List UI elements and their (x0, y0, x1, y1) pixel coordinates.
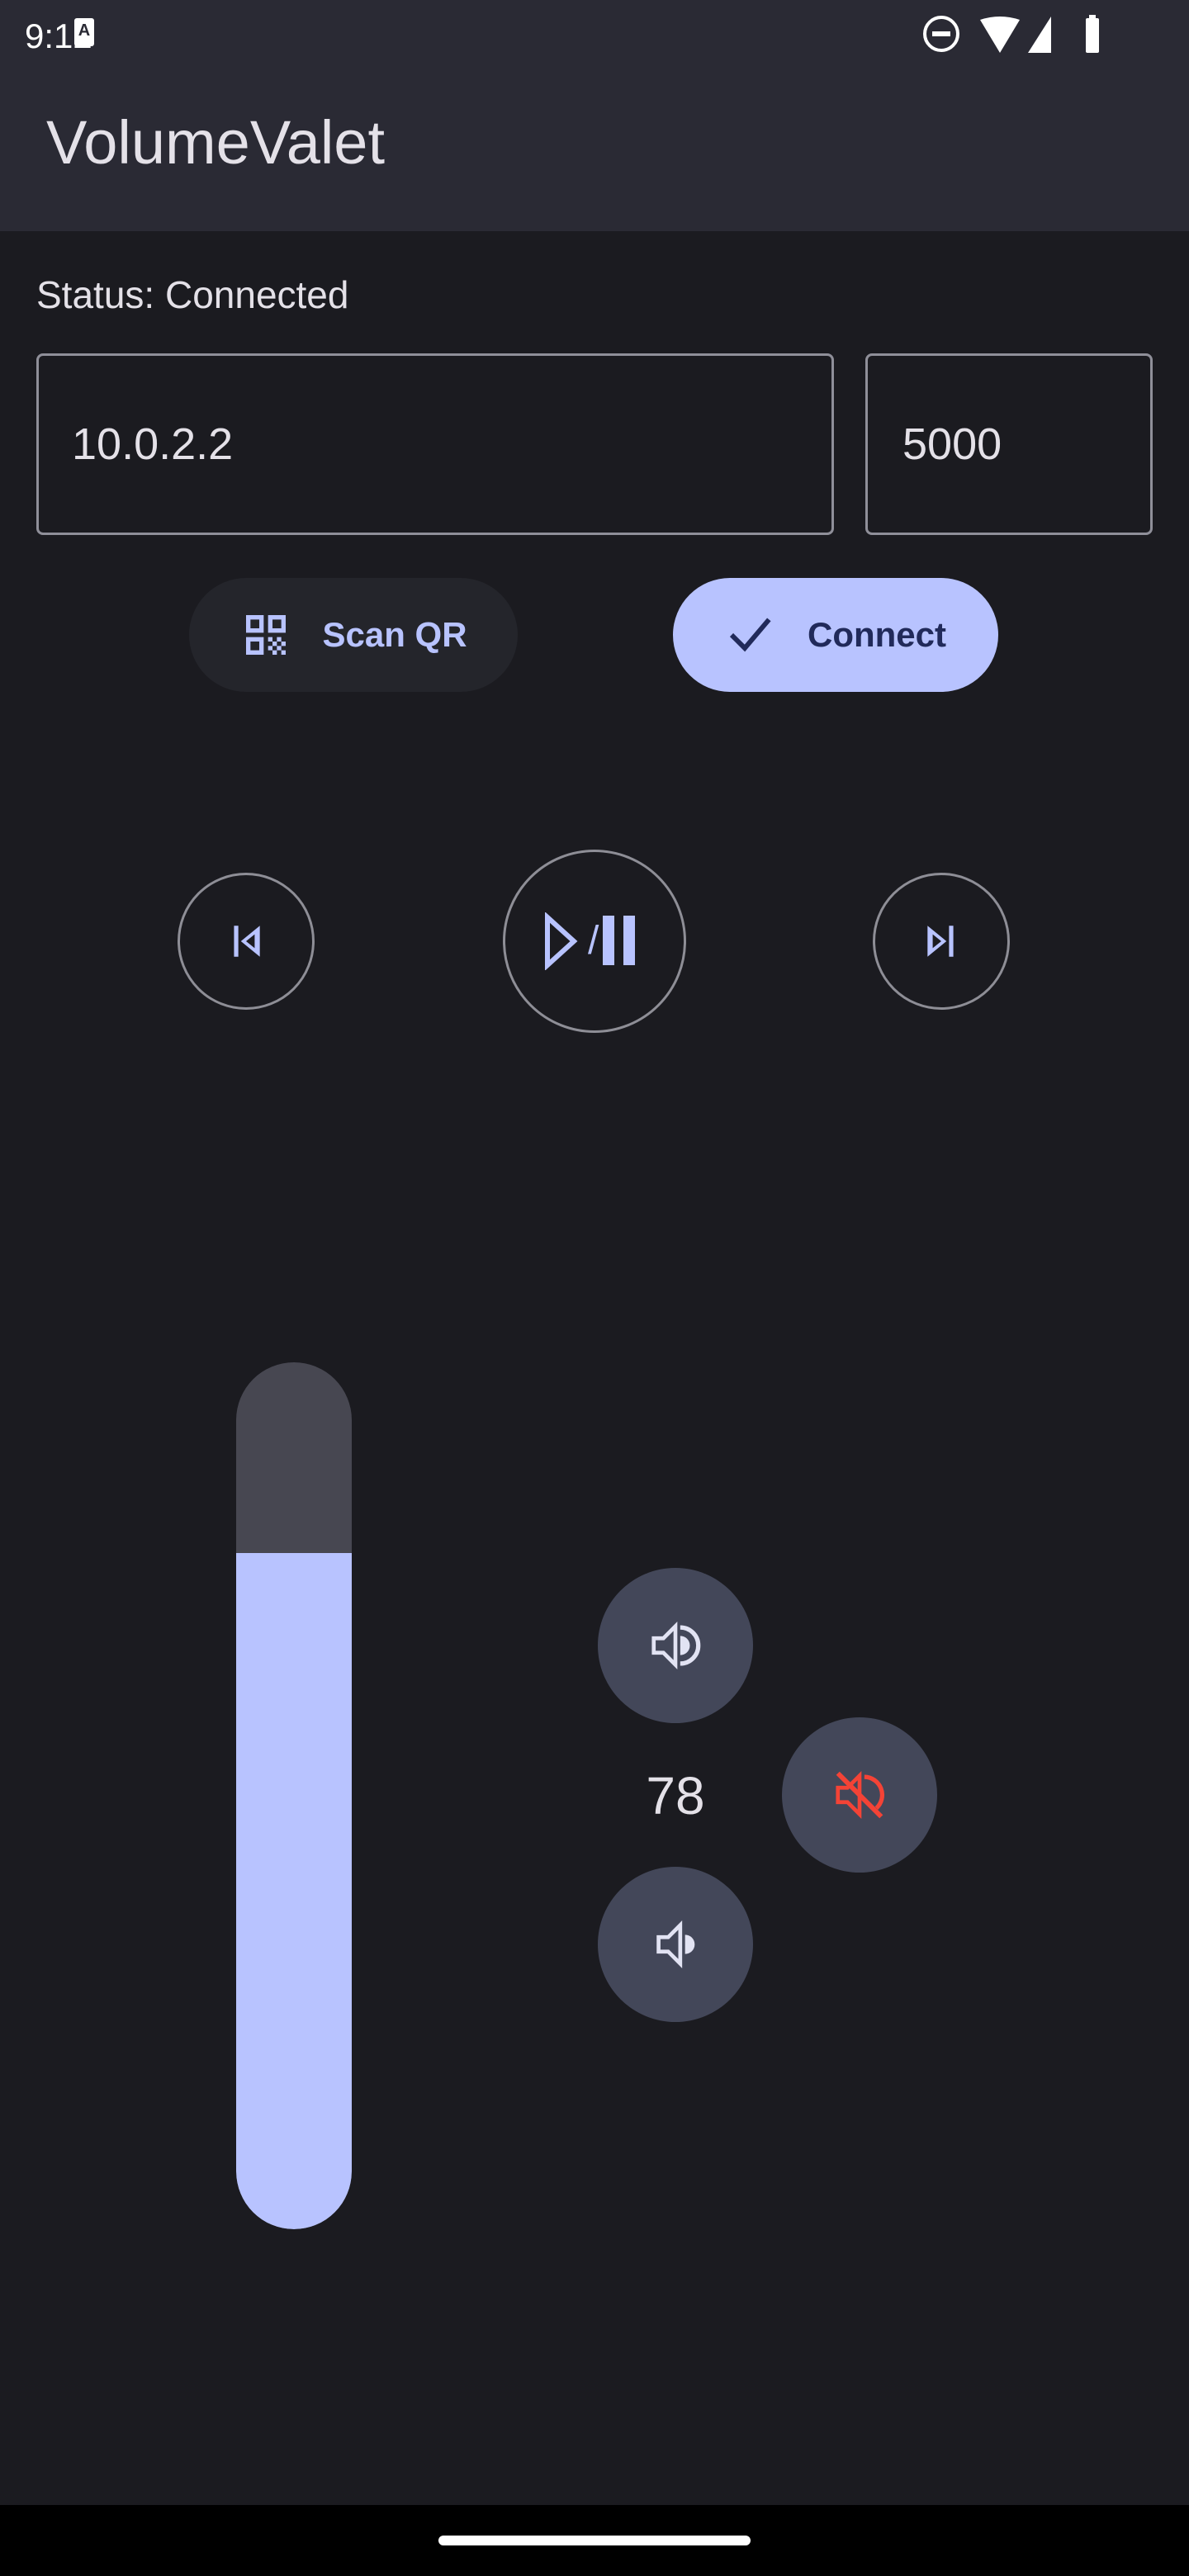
volume-off-icon (836, 1771, 885, 1819)
connect-button[interactable]: Connect (673, 578, 998, 692)
volume-slider-fill (236, 1553, 352, 2229)
qr-code-icon (246, 615, 287, 655)
scan-qr-label: Scan QR (322, 615, 467, 654)
connection-status: Status: Connected (36, 273, 349, 316)
volume-down-icon (656, 1920, 695, 1968)
volume-up-icon (651, 1622, 701, 1669)
skip-previous-icon (234, 926, 260, 957)
volume-up-button[interactable] (598, 1568, 753, 1723)
navigation-bar (0, 2505, 1189, 2576)
scan-qr-button[interactable]: Scan QR (189, 578, 518, 692)
volume-value: 78 (646, 1766, 705, 1825)
signal-icon (1028, 17, 1051, 53)
battery-icon (1086, 18, 1099, 53)
status-icons (923, 15, 1099, 53)
ip-value: 10.0.2.2 (72, 419, 234, 469)
next-track-button[interactable] (873, 873, 1010, 1010)
mute-button[interactable] (782, 1717, 937, 1873)
volume-down-button[interactable] (598, 1867, 753, 2022)
home-handle[interactable] (438, 2536, 751, 2545)
volume-slider[interactable] (236, 1362, 352, 2229)
app-title: VolumeValet (46, 108, 385, 177)
port-input[interactable]: 5000 (865, 353, 1153, 535)
skip-next-icon (927, 926, 954, 957)
play-pause-slash: / (588, 919, 599, 963)
port-value: 5000 (902, 419, 1002, 469)
a11y-icon: A (74, 18, 94, 46)
ip-address-input[interactable]: 10.0.2.2 (36, 353, 834, 535)
dnd-icon (923, 16, 959, 52)
play-pause-button[interactable]: / (503, 850, 686, 1033)
previous-track-button[interactable] (178, 873, 315, 1010)
check-icon (729, 618, 771, 652)
wifi-icon (980, 17, 1020, 53)
connect-label: Connect (808, 615, 946, 654)
